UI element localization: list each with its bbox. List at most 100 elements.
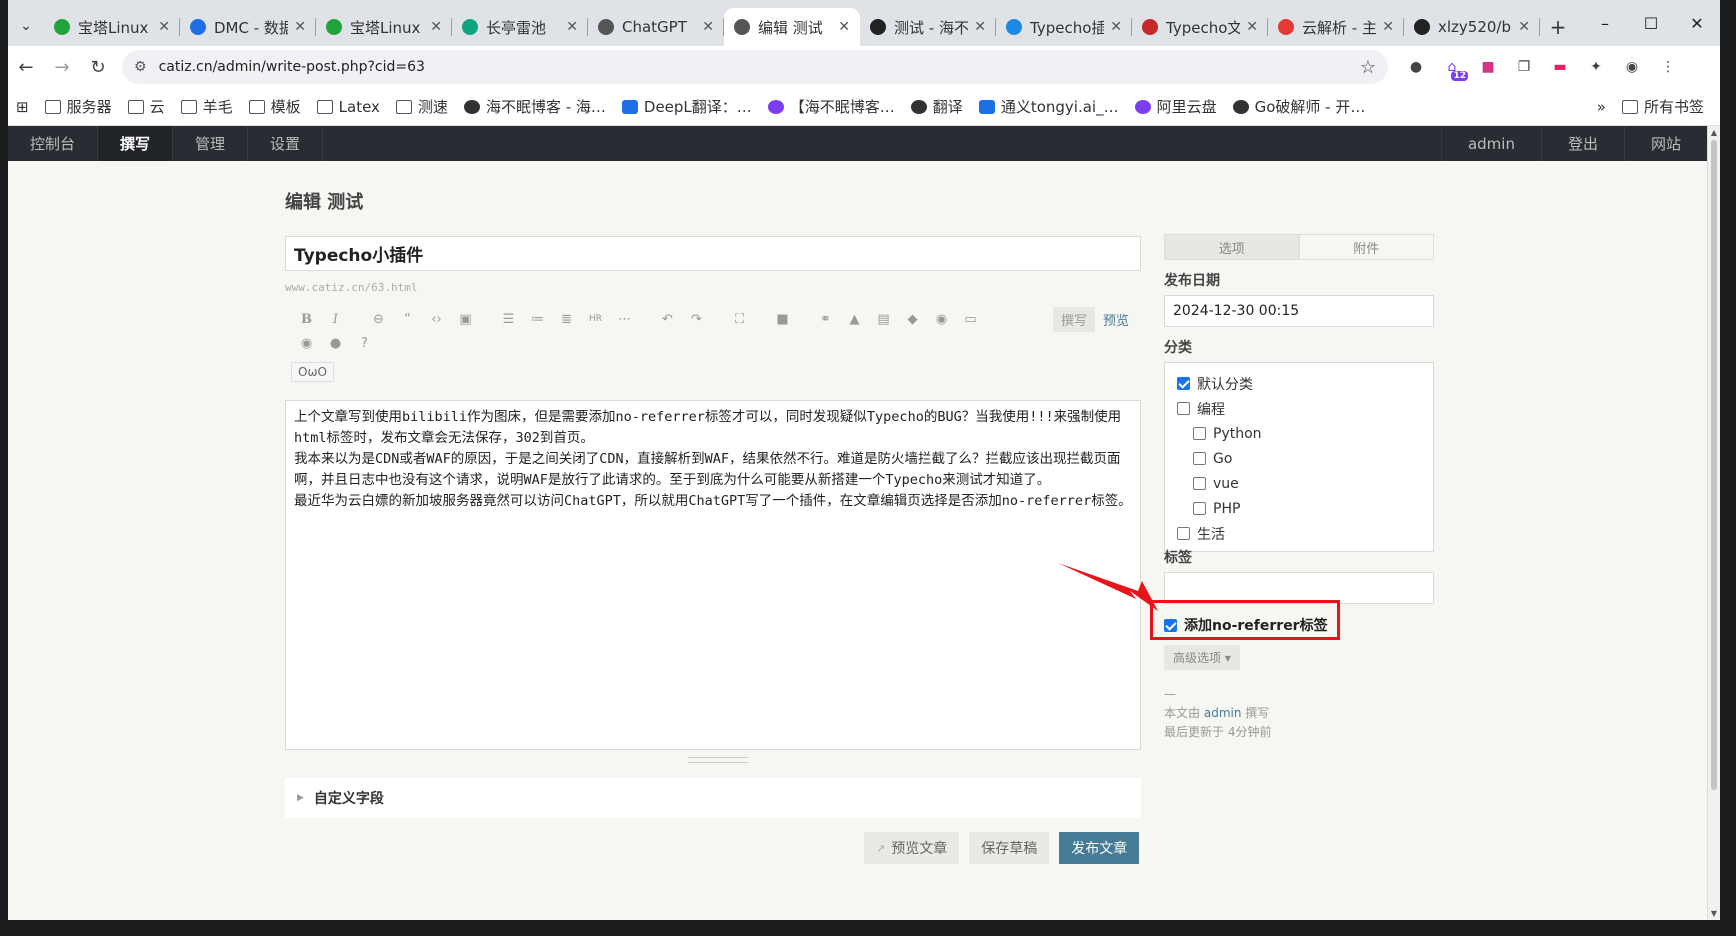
post-content-textarea[interactable]: 上个文章写到使用bilibili作为图床，但是需要添加no-referrer标签… <box>285 400 1141 750</box>
bookmark-item[interactable]: 测速 <box>395 96 448 117</box>
help-icon[interactable]: ? <box>350 336 379 351</box>
editor-resize-handle[interactable] <box>688 757 748 763</box>
bookmark-item[interactable]: Latex <box>316 98 380 116</box>
redo-icon[interactable]: ↷ <box>682 312 711 327</box>
bookmark-item[interactable]: 模板 <box>248 96 301 117</box>
fullscreen-icon[interactable]: ⛶ <box>725 312 754 327</box>
close-tab-icon[interactable]: ✕ <box>1246 19 1258 35</box>
extension-pink-icon[interactable]: ■ <box>1470 53 1506 81</box>
bookmark-item[interactable]: 通义tongyi.ai_… <box>978 96 1119 117</box>
url-bar[interactable]: ⚙ catiz.cn/admin/write-post.php?cid=63 ☆ <box>122 50 1388 84</box>
nav-user-admin[interactable]: admin <box>1440 126 1541 161</box>
bookmark-item[interactable]: 海不眠博客 - 海… <box>463 96 606 117</box>
bookmark-star-icon[interactable]: ☆ <box>1360 57 1376 78</box>
extension-flag-icon[interactable]: ▬ <box>1542 53 1578 81</box>
chevron-circle-icon[interactable]: ◉ <box>292 336 321 351</box>
close-window-icon[interactable]: ✕ <box>1674 14 1720 33</box>
post-slug-url[interactable]: www.catiz.cn/63.html <box>285 281 417 294</box>
tab-attachments[interactable]: 附件 <box>1300 235 1434 259</box>
category-checkbox[interactable] <box>1177 527 1190 540</box>
bookmark-item[interactable]: 阿里云盘 <box>1134 96 1217 117</box>
more-menu-icon[interactable]: ⋮ <box>1650 53 1686 81</box>
tab-search-chevron-icon[interactable]: ⌄ <box>8 6 44 46</box>
close-tab-icon[interactable]: ✕ <box>1382 19 1394 35</box>
reload-icon[interactable]: ↻ <box>80 57 116 78</box>
category-checkbox[interactable] <box>1193 452 1206 465</box>
bookmark-item[interactable]: Go破解师 - 开… <box>1232 96 1365 117</box>
browser-tab[interactable]: DMC - 数据 ✕ <box>180 8 316 46</box>
ordered-list-icon[interactable]: ☰ <box>494 312 523 327</box>
noreferrer-checkbox-row[interactable]: 添加no-referrer标签 <box>1164 615 1328 635</box>
profile-avatar[interactable]: ◉ <box>1614 53 1650 81</box>
close-tab-icon[interactable]: ✕ <box>430 19 442 35</box>
code-icon[interactable]: ‹› <box>422 312 451 327</box>
advanced-options-button[interactable]: 高级选项 ▾ <box>1164 645 1240 670</box>
browser-tab[interactable]: 云解析 - 主 ✕ <box>1268 8 1404 46</box>
quote-icon[interactable]: “ <box>393 312 422 327</box>
bookmark-item[interactable]: 【海不眠博客… <box>767 96 895 117</box>
nav-logout[interactable]: 登出 <box>1540 126 1624 161</box>
tab-options[interactable]: 选项 <box>1165 235 1300 259</box>
publish-date-input[interactable]: 2024-12-30 00:15 <box>1164 295 1434 327</box>
noreferrer-checkbox[interactable] <box>1164 618 1177 632</box>
browser-tab[interactable]: 编辑 测试 ✕ <box>724 8 860 46</box>
eye-hide-icon[interactable]: ◉ <box>927 312 956 327</box>
nav-dashboard[interactable]: 控制台 <box>8 126 99 161</box>
maximize-icon[interactable]: ☐ <box>1628 14 1674 33</box>
minimize-icon[interactable]: – <box>1582 14 1628 33</box>
category-checkbox[interactable] <box>1177 377 1190 390</box>
image-icon[interactable]: ▣ <box>451 312 480 327</box>
mode-write-button[interactable]: 撰写 <box>1053 307 1096 332</box>
undo-icon[interactable]: ↶ <box>653 312 682 327</box>
category-checkbox[interactable] <box>1177 402 1190 415</box>
close-tab-icon[interactable]: ✕ <box>158 19 170 35</box>
browser-tab[interactable]: 宝塔Linux ✕ <box>316 8 452 46</box>
custom-fields-toggle[interactable]: ▶ 自定义字段 <box>285 778 1141 818</box>
close-tab-icon[interactable]: ✕ <box>1518 19 1530 35</box>
video-icon[interactable]: ■ <box>768 312 797 327</box>
category-item[interactable]: 生活 <box>1177 521 1421 546</box>
extension-cat-icon[interactable]: ● <box>1398 53 1434 81</box>
github-icon[interactable]: ● <box>321 336 350 351</box>
browser-tab[interactable]: Typecho插 ✕ <box>996 8 1132 46</box>
meta-author-link[interactable]: admin <box>1204 706 1242 720</box>
close-tab-icon[interactable]: ✕ <box>294 19 306 35</box>
bookmark-item[interactable]: DeepL翻译：… <box>621 96 752 117</box>
mode-preview-button[interactable]: 预览 <box>1103 310 1129 329</box>
back-icon[interactable]: ← <box>8 57 44 78</box>
link-icon[interactable]: ⊖ <box>364 312 393 327</box>
category-item[interactable]: PHP <box>1177 496 1421 521</box>
hr-icon[interactable]: HR <box>581 314 610 324</box>
unordered-list-icon[interactable]: ≔ <box>523 312 552 327</box>
close-tab-icon[interactable]: ✕ <box>974 19 986 35</box>
forward-icon[interactable]: → <box>44 57 80 78</box>
extensions-puzzle-icon[interactable]: ✦ <box>1578 53 1614 81</box>
category-checkbox[interactable] <box>1193 427 1206 440</box>
category-item[interactable]: vue <box>1177 471 1421 496</box>
bookmarks-more-icon[interactable]: » <box>1597 98 1606 116</box>
scroll-up-icon[interactable]: ▲ <box>1708 128 1720 137</box>
close-tab-icon[interactable]: ✕ <box>702 19 714 35</box>
bookmark-item[interactable]: 服务器 <box>44 96 112 117</box>
close-tab-icon[interactable]: ✕ <box>1110 19 1122 35</box>
bookmark-item[interactable]: 翻译 <box>910 96 963 117</box>
window-icon[interactable]: ▭ <box>956 312 985 327</box>
preview-post-button[interactable]: ↗ 预览文章 <box>864 832 960 864</box>
save-draft-button[interactable]: 保存草稿 <box>969 832 1050 864</box>
page-scrollbar[interactable]: ▲ ▼ <box>1707 126 1720 920</box>
extension-copy-icon[interactable]: ❐ <box>1506 53 1542 81</box>
browser-tab[interactable]: 宝塔Linux ✕ <box>44 8 180 46</box>
post-title-input[interactable]: Typecho小插件 <box>285 236 1141 271</box>
scrollbar-thumb[interactable] <box>1711 140 1717 790</box>
category-item[interactable]: Go <box>1177 446 1421 471</box>
tag-icon[interactable]: ◆ <box>898 312 927 327</box>
category-item[interactable]: Python <box>1177 421 1421 446</box>
extension-badge-icon[interactable]: ⌂ 12 <box>1434 53 1470 81</box>
bold-icon[interactable]: B <box>292 312 321 327</box>
site-info-icon[interactable]: ⚙ <box>134 59 147 75</box>
nav-settings[interactable]: 设置 <box>248 126 324 161</box>
warning-icon[interactable]: ▲ <box>840 312 869 327</box>
apps-grid-icon[interactable]: ⊞ <box>16 98 29 116</box>
bookmark-item[interactable]: 云 <box>127 96 165 117</box>
category-checkbox[interactable] <box>1193 477 1206 490</box>
